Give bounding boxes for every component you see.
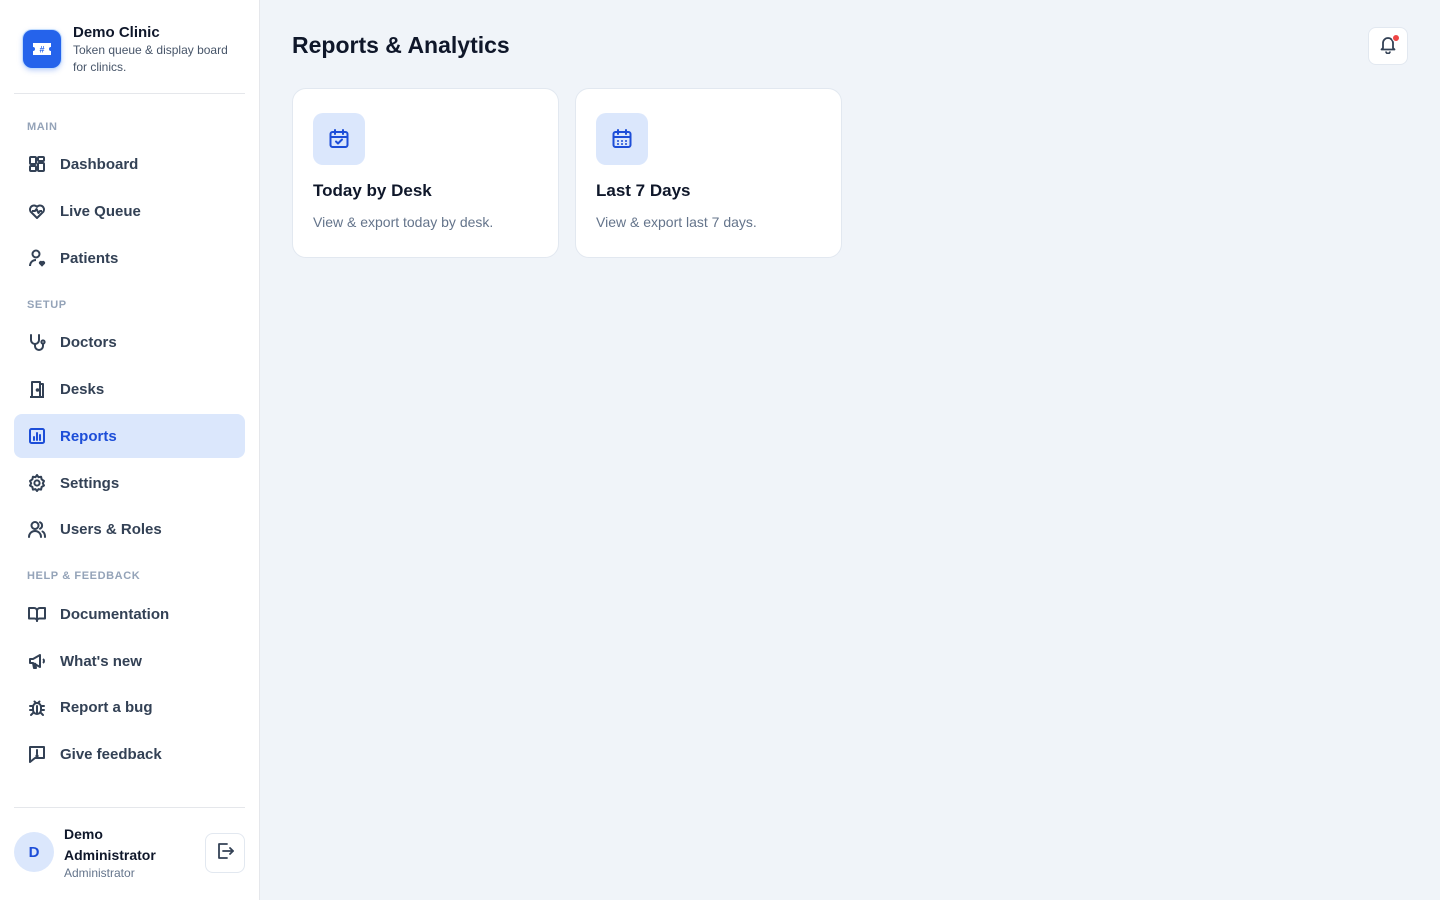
bar-chart-icon: [26, 425, 48, 447]
sidebar-item-desks[interactable]: Desks: [14, 367, 245, 411]
sidebar-item-settings[interactable]: Settings: [14, 461, 245, 505]
report-card-last-7-days[interactable]: Last 7 Days View & export last 7 days.: [575, 88, 842, 258]
sidebar-item-report-bug[interactable]: Report a bug: [14, 685, 245, 729]
user-heart-icon: [26, 247, 48, 269]
sidebar-item-label: Give feedback: [60, 745, 162, 763]
sidebar-item-label: Users & Roles: [60, 520, 162, 538]
sidebar-item-reports[interactable]: Reports: [14, 414, 245, 458]
card-description: View & export today by desk.: [313, 214, 494, 230]
user-role: Administrator: [64, 866, 135, 880]
section-label-help: HELP & FEEDBACK: [27, 570, 141, 582]
users-icon: [26, 518, 48, 540]
section-label-main: MAIN: [27, 121, 58, 133]
stethoscope-icon: [26, 331, 48, 353]
sidebar-item-label: Report a bug: [60, 698, 153, 716]
sidebar-item-doctors[interactable]: Doctors: [14, 320, 245, 364]
megaphone-icon: [26, 650, 48, 672]
sidebar-item-patients[interactable]: Patients: [14, 236, 245, 280]
report-card-today-by-desk[interactable]: Today by Desk View & export today by des…: [292, 88, 559, 258]
sidebar-item-label: Dashboard: [60, 155, 139, 173]
sidebar-item-label: What's new: [60, 652, 142, 670]
brand-tagline: Token queue & display board for clinics.: [73, 43, 228, 74]
card-description: View & export last 7 days.: [596, 214, 757, 230]
notification-badge: [1392, 34, 1400, 42]
dashboard-icon: [26, 153, 48, 175]
sidebar-item-users-roles[interactable]: Users & Roles: [14, 507, 245, 551]
notifications-button[interactable]: [1368, 27, 1408, 65]
sidebar-item-give-feedback[interactable]: Give feedback: [14, 732, 245, 776]
bug-icon: [26, 696, 48, 718]
door-icon: [26, 378, 48, 400]
sidebar: # Demo Clinic Token queue & display boar…: [0, 0, 260, 900]
brand: # Demo Clinic Token queue & display boar…: [14, 20, 245, 94]
feedback-icon: [26, 743, 48, 765]
logout-button[interactable]: [205, 833, 245, 873]
sidebar-item-label: Live Queue: [60, 202, 141, 220]
card-title: Today by Desk: [313, 181, 432, 200]
user-name: Demo Administrator: [64, 826, 156, 863]
sidebar-item-documentation[interactable]: Documentation: [14, 592, 245, 636]
sidebar-item-label: Desks: [60, 380, 105, 398]
sidebar-item-whats-new[interactable]: What's new: [14, 639, 245, 683]
sidebar-item-label: Patients: [60, 249, 119, 267]
sidebar-item-label: Doctors: [60, 333, 117, 351]
sidebar-item-label: Documentation: [60, 605, 170, 623]
card-title: Last 7 Days: [596, 181, 691, 200]
sidebar-item-dashboard[interactable]: Dashboard: [14, 142, 245, 186]
page-title: Reports & Analytics: [292, 32, 510, 58]
avatar[interactable]: D: [14, 832, 54, 872]
svg-text:#: #: [39, 45, 44, 55]
heart-pulse-icon: [26, 200, 48, 222]
sidebar-item-label: Reports: [60, 427, 117, 445]
section-label-setup: SETUP: [27, 299, 67, 311]
gear-icon: [26, 472, 48, 494]
calendar-icon: [596, 113, 648, 165]
main-content: Reports & Analytics Today by Desk View &…: [260, 0, 1440, 900]
book-icon: [26, 603, 48, 625]
ticket-icon: #: [23, 30, 61, 68]
brand-name: Demo Clinic: [73, 24, 160, 41]
user-profile: D Demo Administrator Administrator: [14, 807, 245, 900]
sidebar-item-label: Settings: [60, 474, 120, 492]
sidebar-item-live-queue[interactable]: Live Queue: [14, 189, 245, 233]
calendar-check-icon: [313, 113, 365, 165]
logout-icon: [215, 841, 235, 866]
